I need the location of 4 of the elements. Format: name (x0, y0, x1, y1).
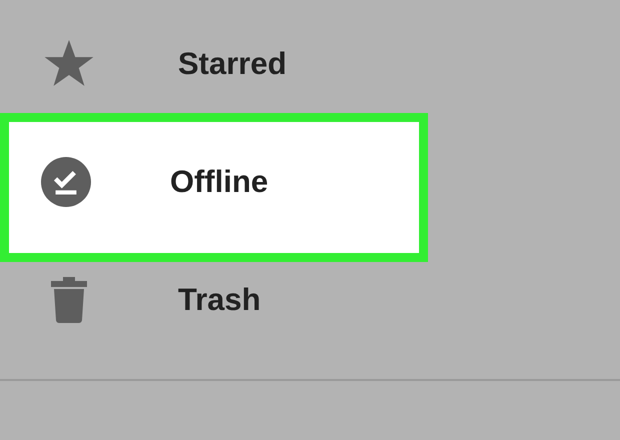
offline-icon (41, 157, 91, 207)
star-icon (44, 40, 94, 88)
menu-item[interactable]: Offline (0, 113, 428, 262)
trash-icon (51, 277, 87, 323)
